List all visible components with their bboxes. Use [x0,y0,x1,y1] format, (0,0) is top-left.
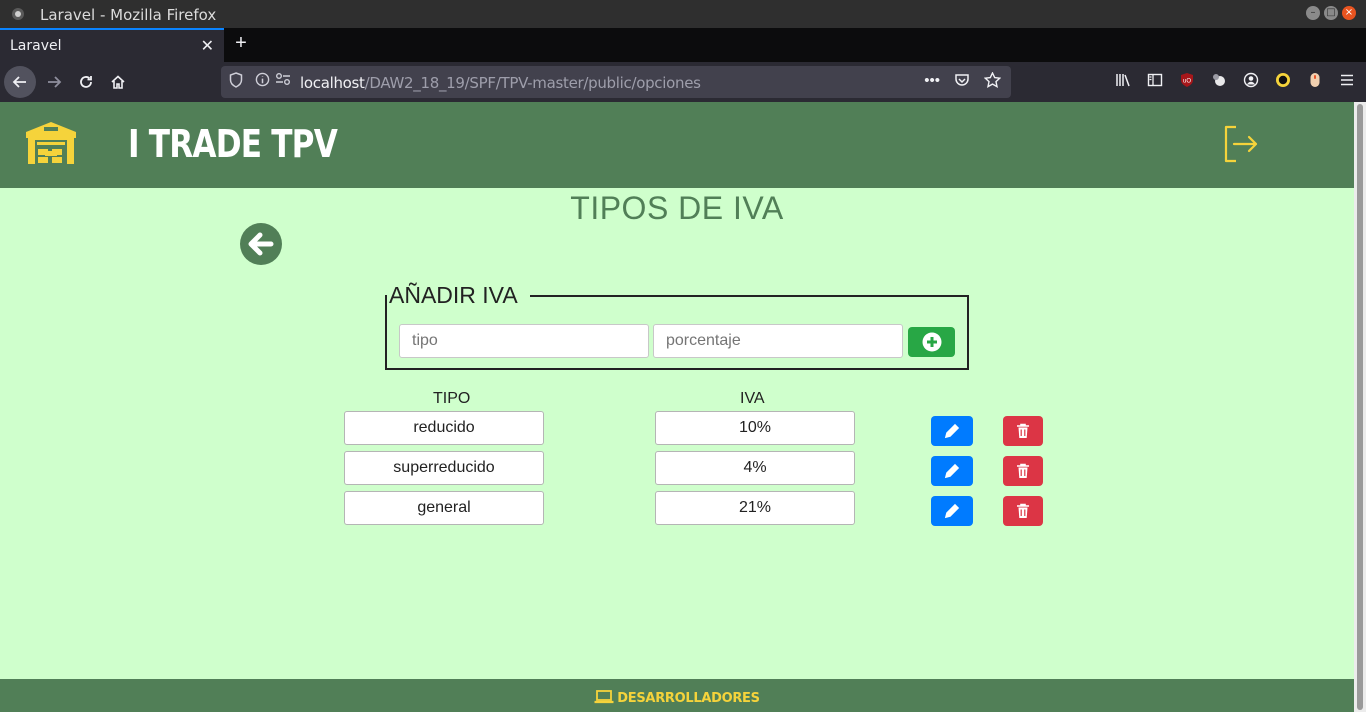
permissions-icon[interactable] [275,72,291,89]
page-title: TIPOS DE IVA [570,190,784,226]
site-footer: DESARROLLADORES [0,679,1354,712]
page-actions-icon[interactable]: ••• [924,72,940,92]
back-link-button[interactable] [240,223,282,265]
site-info-icon[interactable] [255,72,270,90]
window-app-icon [12,8,24,20]
close-window-button[interactable]: × [1342,6,1356,20]
delete-button[interactable] [1003,496,1043,526]
tab-strip: Laravel ✕ + [0,28,1366,62]
brand-title: I TRADE TPV [128,122,338,166]
sidebar-icon[interactable] [1146,72,1164,92]
trash-icon [1017,463,1029,478]
tracking-shield-icon[interactable] [229,72,243,91]
arrow-left-circle-icon [248,232,274,256]
page-scrollbar[interactable] [1354,102,1366,712]
warehouse-icon[interactable] [24,120,78,166]
porcentaje-input[interactable] [653,324,903,358]
pencil-icon [944,423,960,439]
tab-label: Laravel [10,38,62,54]
extension-mouse-icon[interactable] [1306,72,1324,92]
url-text[interactable]: localhost/DAW2_18_19/SPF/TPV-master/publ… [300,74,701,92]
add-iva-legend: AÑADIR IVA [389,282,518,308]
toolbar-extensions: uO [1114,72,1356,92]
scrollbar-thumb[interactable] [1357,104,1363,710]
home-icon [111,75,125,89]
window-title: Laravel - Mozilla Firefox [40,6,217,24]
minimize-button[interactable]: – [1306,6,1320,20]
extension-ghost-icon[interactable] [1210,72,1228,92]
menu-icon[interactable] [1338,72,1356,92]
new-tab-button[interactable]: + [230,32,252,56]
pencil-icon [944,503,960,519]
add-iva-button[interactable] [908,327,955,357]
window-titlebar: Laravel - Mozilla Firefox – □ × [0,0,1366,28]
library-icon[interactable] [1114,72,1132,92]
back-button[interactable] [4,66,36,98]
url-bar[interactable]: localhost/DAW2_18_19/SPF/TPV-master/publ… [221,66,1011,98]
row-tipo-cell[interactable]: general [344,491,544,525]
row-tipo-cell[interactable]: superreducido [344,451,544,485]
delete-button[interactable] [1003,456,1043,486]
column-header-tipo: TIPO [433,390,471,407]
column-header-iva: IVA [740,390,765,407]
laptop-icon [594,690,614,704]
tab-laravel[interactable]: Laravel ✕ [0,28,224,62]
account-icon[interactable] [1242,72,1260,92]
tab-close-icon[interactable]: ✕ [201,36,214,56]
ublock-icon[interactable]: uO [1178,72,1196,92]
row-iva-cell[interactable]: 21% [655,491,855,525]
window-controls: – □ × [1306,6,1356,20]
arrow-left-icon [12,76,26,88]
reload-button[interactable] [70,66,102,98]
edit-button[interactable] [931,456,973,486]
pocket-icon[interactable] [954,72,970,92]
developers-link[interactable]: DESARROLLADORES [0,690,1354,706]
pencil-icon [944,463,960,479]
svg-text:uO: uO [1183,79,1191,85]
edit-button[interactable] [931,496,973,526]
maximize-button[interactable]: □ [1324,6,1338,20]
plus-circle-icon [922,332,941,352]
arrow-right-icon [48,76,62,88]
row-tipo-cell[interactable]: reducido [344,411,544,445]
row-iva-cell[interactable]: 4% [655,451,855,485]
home-button[interactable] [102,66,134,98]
url-path: /DAW2_18_19/SPF/TPV-master/public/opcion… [364,74,701,92]
navigation-toolbar: localhost/DAW2_18_19/SPF/TPV-master/publ… [0,62,1366,102]
developers-label: DESARROLLADORES [617,691,760,706]
row-iva-cell[interactable]: 10% [655,411,855,445]
reload-icon [80,76,92,88]
edit-button[interactable] [931,416,973,446]
tipo-input[interactable] [399,324,649,358]
logout-icon[interactable] [1222,124,1258,164]
forward-button[interactable] [38,66,70,98]
url-actions: ••• [924,71,1002,92]
bookmark-star-icon[interactable] [983,71,1002,92]
site-header: I TRADE TPV [0,102,1354,188]
trash-icon [1017,503,1029,518]
trash-icon [1017,423,1029,438]
extension-yellow-circle-icon[interactable] [1274,72,1292,92]
delete-button[interactable] [1003,416,1043,446]
url-host: localhost [300,74,365,92]
